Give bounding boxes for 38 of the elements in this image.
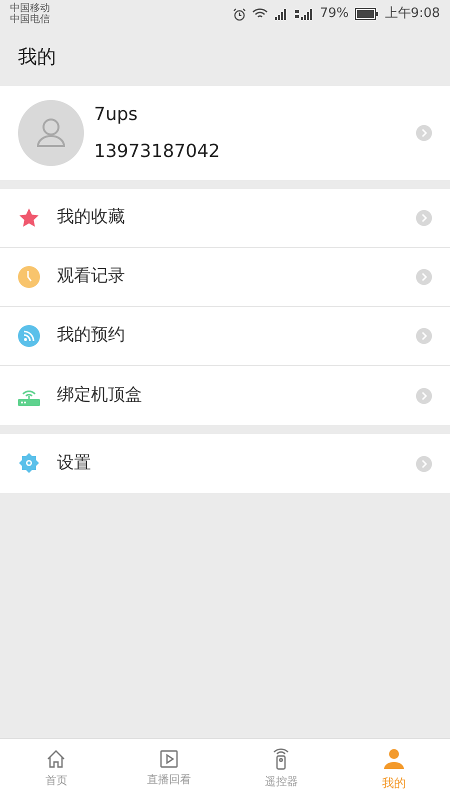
wifi-icon	[252, 8, 268, 20]
page-title: 我的	[18, 44, 56, 70]
chevron-icon	[416, 269, 432, 285]
menu-item[interactable]: 我的预约	[0, 307, 450, 366]
alarm-icon	[232, 8, 246, 20]
menu-label: 设置	[57, 452, 92, 475]
clock-time: 上午9:08	[384, 5, 440, 24]
chevron-icon	[416, 388, 432, 404]
feed-icon	[18, 325, 40, 347]
user-name: 7ups	[94, 103, 139, 127]
battery-percent: 79%	[320, 5, 349, 24]
menu-item[interactable]: 设置	[0, 434, 450, 493]
remote-icon	[272, 748, 290, 770]
play-icon	[160, 750, 178, 768]
star-icon	[18, 207, 40, 229]
battery-icon	[354, 8, 379, 20]
signal-icon	[274, 8, 288, 20]
menu-label: 观看记录	[57, 265, 126, 288]
menu-item[interactable]: 观看记录	[0, 248, 450, 307]
gear-icon	[18, 452, 40, 474]
carrier-label: 中国移动	[10, 3, 50, 14]
profile-card[interactable]: 7ups 13973187042	[0, 86, 450, 180]
user-phone: 13973187042	[94, 140, 221, 164]
clock-icon	[18, 266, 40, 288]
person-icon	[382, 748, 405, 770]
menu-label: 绑定机顶盒	[57, 384, 143, 407]
avatar-icon	[18, 100, 84, 166]
menu-label: 我的预约	[57, 324, 126, 348]
home-icon	[46, 749, 66, 770]
menu-item[interactable]: 绑定机顶盒	[0, 366, 450, 425]
chevron-icon	[416, 328, 432, 344]
signal-icon	[294, 8, 314, 20]
menu-label: 我的收藏	[57, 206, 126, 230]
menu-item[interactable]: 我的收藏	[0, 189, 450, 248]
chevron-icon	[416, 210, 432, 226]
chevron-icon	[416, 456, 432, 472]
chevron-icon	[416, 125, 432, 141]
carrier-label: 中国电信	[10, 14, 50, 25]
